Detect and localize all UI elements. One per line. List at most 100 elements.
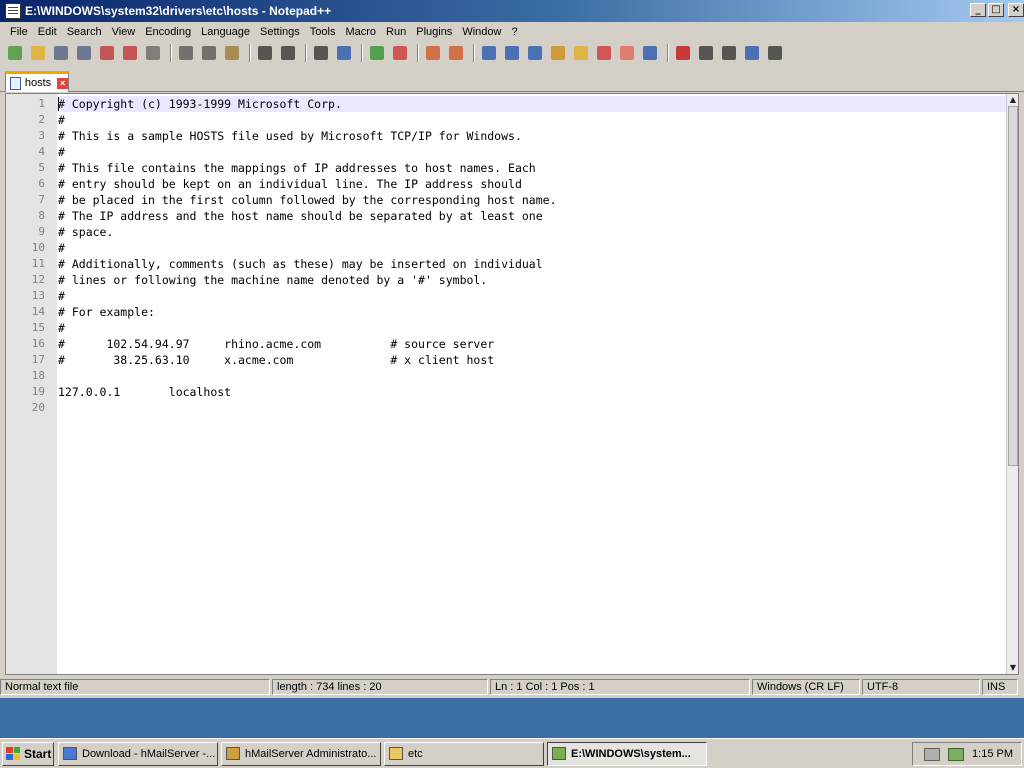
menu-settings[interactable]: Settings xyxy=(255,26,305,38)
stop-macro-button[interactable] xyxy=(696,43,716,63)
redo-button[interactable] xyxy=(278,43,298,63)
function-list-button[interactable] xyxy=(594,43,614,63)
run-macro-multiple-button[interactable] xyxy=(742,43,762,63)
code-line[interactable]: 10 # xyxy=(32,240,1006,256)
code-line[interactable]: 16 # 102.54.94.97 rhino.acme.com # source… xyxy=(32,336,1006,352)
menu-macro[interactable]: Macro xyxy=(340,26,381,38)
menu-view[interactable]: View xyxy=(107,26,141,38)
monitoring-button[interactable] xyxy=(640,43,660,63)
menu-file[interactable]: File xyxy=(5,26,33,38)
menu-tools[interactable]: Tools xyxy=(305,26,341,38)
zoom-in-button[interactable] xyxy=(367,43,387,63)
tab-hosts[interactable]: hosts × xyxy=(5,71,69,92)
close-button[interactable]: × xyxy=(1008,3,1024,17)
menu-help[interactable]: ? xyxy=(506,26,522,38)
line-number: 16 xyxy=(31,337,45,350)
scroll-down-arrow-icon[interactable]: ▼ xyxy=(1008,663,1018,673)
code-line[interactable]: 3 # This is a sample HOSTS file used by M… xyxy=(38,128,1006,144)
minimize-button[interactable]: _ xyxy=(970,3,986,17)
copy-button[interactable] xyxy=(199,43,219,63)
cut-button[interactable] xyxy=(176,43,196,63)
record-macro-button[interactable] xyxy=(673,43,693,63)
tab-close-icon[interactable]: × xyxy=(57,77,68,89)
print-button[interactable] xyxy=(143,43,163,63)
code-line[interactable]: 1 # Copyright (c) 1993-1999 Microsoft Cor… xyxy=(38,96,1006,112)
toolbar-separator xyxy=(473,44,475,62)
zoom-out-button[interactable] xyxy=(390,43,410,63)
code-line[interactable]: 15 # xyxy=(32,320,1006,336)
doc-map-button[interactable] xyxy=(571,43,591,63)
print-icon xyxy=(146,46,160,60)
menu-window[interactable]: Window xyxy=(457,26,506,38)
vertical-scrollbar[interactable]: ▲ ▼ xyxy=(1006,94,1018,674)
code-area[interactable]: 1 # Copyright (c) 1993-1999 Microsoft Cor… xyxy=(32,94,1006,674)
undo-button[interactable] xyxy=(255,43,275,63)
open-file-button[interactable] xyxy=(28,43,48,63)
close-file-button[interactable] xyxy=(97,43,117,63)
start-button[interactable]: Start xyxy=(2,741,54,766)
code-line[interactable]: 19 127.0.0.1 localhost xyxy=(32,384,1006,400)
network-icon[interactable] xyxy=(948,747,965,761)
code-line[interactable]: 20 xyxy=(32,400,1006,416)
code-line[interactable]: 9 # space. xyxy=(38,224,1006,240)
code-line[interactable]: 8 # The IP address and the host name shou… xyxy=(38,208,1006,224)
taskbar-button[interactable]: Download - hMailServer -... xyxy=(58,741,218,766)
save-all-button[interactable] xyxy=(74,43,94,63)
monitoring-icon xyxy=(643,46,657,60)
editor[interactable]: 1 # Copyright (c) 1993-1999 Microsoft Cor… xyxy=(5,93,1019,675)
start-label: Start xyxy=(24,746,52,761)
desktop-background xyxy=(0,698,1024,738)
title-bar[interactable]: E:\WINDOWS\system32\drivers\etc\hosts - … xyxy=(0,0,1024,22)
find-button[interactable] xyxy=(311,43,331,63)
word-wrap-button[interactable] xyxy=(479,43,499,63)
maximize-button[interactable]: □ xyxy=(988,3,1004,17)
show-all-chars-button[interactable] xyxy=(502,43,522,63)
code-line[interactable]: 13 # xyxy=(32,288,1006,304)
scroll-up-arrow-icon[interactable]: ▲ xyxy=(1008,95,1018,105)
menu-language[interactable]: Language xyxy=(196,26,255,38)
menu-plugins[interactable]: Plugins xyxy=(411,26,457,38)
menu-run[interactable]: Run xyxy=(381,26,411,38)
line-text: # lines or following the machine name de… xyxy=(58,273,488,287)
taskbar-button[interactable]: etc xyxy=(384,741,544,766)
cut-icon xyxy=(179,46,193,60)
scrollbar-thumb[interactable] xyxy=(1008,106,1018,466)
close-all-button[interactable] xyxy=(120,43,140,63)
code-line[interactable]: 12 # lines or following the machine name … xyxy=(32,272,1006,288)
code-line[interactable]: 18 xyxy=(32,368,1006,384)
new-file-button[interactable] xyxy=(5,43,25,63)
keyboard-icon[interactable] xyxy=(924,747,941,761)
save-button[interactable] xyxy=(51,43,71,63)
clock[interactable]: 1:15 PM xyxy=(972,748,1013,760)
replace-button[interactable] xyxy=(334,43,354,63)
folder-workspace-button[interactable] xyxy=(617,43,637,63)
line-text: # 102.54.94.97 rhino.acme.com # source s… xyxy=(58,337,495,351)
notepadpp-app-icon[interactable] xyxy=(5,3,21,19)
taskbar-button[interactable]: hMailServer Administrato... xyxy=(221,741,381,766)
sync-vertical-button[interactable] xyxy=(423,43,443,63)
code-line[interactable]: 5 # This file contains the mappings of IP… xyxy=(38,160,1006,176)
taskbar-button[interactable]: E:\WINDOWS\system... xyxy=(547,741,707,766)
toolbar-separator xyxy=(417,44,419,62)
menu-search[interactable]: Search xyxy=(62,26,107,38)
hmailserver-icon xyxy=(226,747,240,760)
code-line[interactable]: 17 # 38.25.63.10 x.acme.com # x client ho… xyxy=(32,352,1006,368)
close-file-icon xyxy=(100,46,114,60)
user-lang-button[interactable] xyxy=(548,43,568,63)
menu-encoding[interactable]: Encoding xyxy=(140,26,196,38)
code-line[interactable]: 2 # xyxy=(38,112,1006,128)
code-line[interactable]: 6 # entry should be kept on an individual… xyxy=(38,176,1006,192)
task-buttons: Download - hMailServer -... hMailServer A… xyxy=(58,741,710,766)
code-line[interactable]: 4 # xyxy=(38,144,1006,160)
indent-guide-button[interactable] xyxy=(525,43,545,63)
code-line[interactable]: 14 # For example: xyxy=(32,304,1006,320)
save-macro-button[interactable] xyxy=(765,43,785,63)
play-macro-icon xyxy=(722,46,736,60)
paste-button[interactable] xyxy=(222,43,242,63)
sync-horizontal-button[interactable] xyxy=(446,43,466,63)
menu-edit[interactable]: Edit xyxy=(33,26,62,38)
play-macro-button[interactable] xyxy=(719,43,739,63)
code-line[interactable]: 7 # be placed in the first column followe… xyxy=(38,192,1006,208)
line-text: # be placed in the first column followed… xyxy=(58,193,557,207)
code-line[interactable]: 11 # Additionally, comments (such as thes… xyxy=(32,256,1006,272)
